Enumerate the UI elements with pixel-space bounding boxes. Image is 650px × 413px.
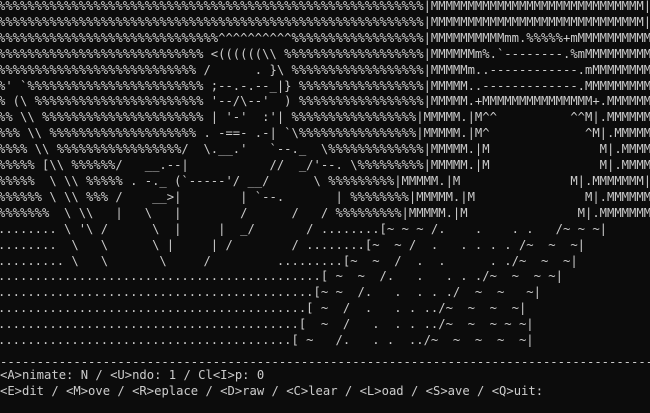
menu-separator: /: [198, 384, 221, 398]
status-line: <A>nimate: N / <U>ndo: 1 / Cl<I>p: 0: [0, 368, 264, 384]
terminal-window: %%%%%%%%%%%%%%%%%%%%%%%%%%%%%%%%%%%%%%%%…: [0, 0, 650, 413]
status-separator: /: [88, 368, 111, 382]
clear-command[interactable]: <C>lear: [286, 384, 337, 398]
animate-command[interactable]: <A>nimate: N: [0, 368, 88, 382]
menu-separator: /: [337, 384, 360, 398]
move-command[interactable]: <M>ove: [66, 384, 110, 398]
quit-command[interactable]: <Q>uit:: [492, 384, 543, 398]
undo-command[interactable]: <U>ndo: 1: [110, 368, 176, 382]
replace-command[interactable]: <R>eplace: [132, 384, 198, 398]
status-separator: /: [176, 368, 199, 382]
menu-separator: /: [264, 384, 287, 398]
command-menu: <E>dit / <M>ove / <R>eplace / <D>raw / <…: [0, 384, 543, 400]
save-command[interactable]: <S>ave: [426, 384, 470, 398]
clip-command[interactable]: Cl<I>p: 0: [198, 368, 264, 382]
edit-command[interactable]: <E>dit: [0, 384, 44, 398]
ascii-art-canvas[interactable]: %%%%%%%%%%%%%%%%%%%%%%%%%%%%%%%%%%%%%%%%…: [0, 0, 650, 349]
menu-separator: /: [110, 384, 133, 398]
menu-separator: /: [44, 384, 67, 398]
menu-separator: /: [403, 384, 426, 398]
menu-separator: /: [469, 384, 492, 398]
draw-command[interactable]: <D>raw: [220, 384, 264, 398]
load-command[interactable]: <L>oad: [360, 384, 404, 398]
